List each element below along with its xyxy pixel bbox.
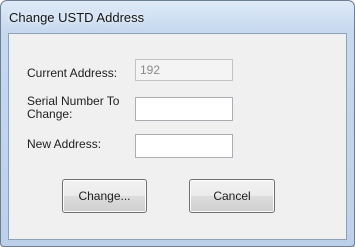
change-button[interactable]: Change... xyxy=(62,179,147,213)
serial-number-label: Serial Number To Change: xyxy=(27,95,119,121)
dialog-body: Current Address: Serial Number To Change… xyxy=(8,33,347,240)
current-address-label: Current Address: xyxy=(27,66,118,80)
dialog-window: Change USTD Address Current Address: Ser… xyxy=(0,0,355,247)
new-address-label: New Address: xyxy=(27,137,102,151)
cancel-button[interactable]: Cancel xyxy=(189,179,275,213)
serial-number-label-line1: Serial Number To xyxy=(27,94,120,108)
current-address-field xyxy=(135,59,233,81)
serial-number-label-line2: Change: xyxy=(27,107,73,121)
serial-number-field[interactable] xyxy=(135,97,233,121)
new-address-field[interactable] xyxy=(135,134,233,158)
window-title: Change USTD Address xyxy=(9,10,145,25)
title-bar[interactable]: Change USTD Address xyxy=(1,1,354,33)
